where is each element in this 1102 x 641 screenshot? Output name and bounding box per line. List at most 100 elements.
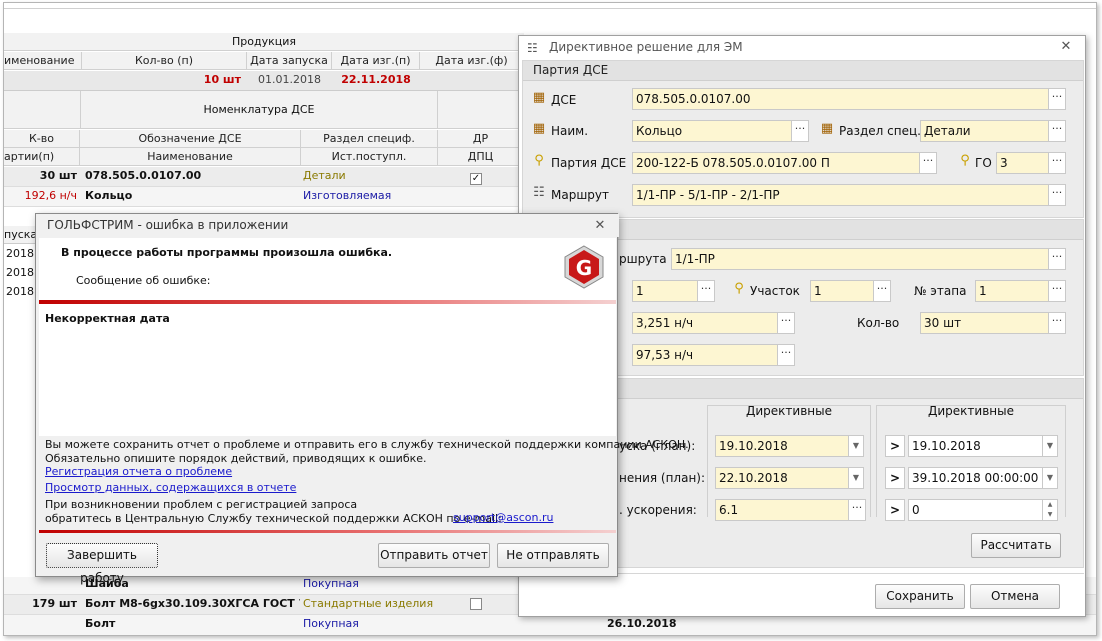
- left-col-val2: 2018: [6, 266, 34, 279]
- left-col-val1: 2018: [6, 247, 34, 260]
- col-header-qty[interactable]: Кол-во (п): [82, 52, 247, 70]
- col-header-razdel[interactable]: Раздел специф.: [301, 130, 438, 148]
- title-bar: ГОЛЬФСТРИМ - ошибка в приложении ✕: [36, 214, 619, 237]
- route-browse-button[interactable]: ···: [1048, 184, 1066, 206]
- col-header-oboz[interactable]: Обозначение ДСЕ: [80, 130, 301, 148]
- cancel-button[interactable]: Отмена: [970, 584, 1060, 609]
- route-step-browse-button[interactable]: ···: [1048, 248, 1066, 270]
- left-col-val3: 2018: [6, 285, 34, 298]
- close-icon[interactable]: ✕: [593, 219, 607, 233]
- error-message-area: Некорректная дата: [39, 304, 616, 436]
- col-header-made-p[interactable]: Дата изг.(п): [332, 52, 420, 70]
- row2-rate: 192,6 н/ч: [24, 189, 77, 202]
- dont-send-button[interactable]: Не отправлять: [497, 543, 609, 568]
- uchastok-field[interactable]: 1: [810, 280, 874, 302]
- kolvo-browse-button[interactable]: ···: [1048, 312, 1066, 334]
- grid-group-header: Продукция: [4, 33, 524, 51]
- go-field[interactable]: 3: [996, 152, 1049, 174]
- row2-ist: Изготовляемая: [303, 189, 392, 202]
- party-label: Партия ДСЕ: [551, 156, 627, 170]
- table-row[interactable]: 10 шт 01.01.2018 22.11.2018: [4, 71, 524, 91]
- col-header-kvo[interactable]: К-во: [4, 130, 80, 148]
- row-start: 01.01.2018: [258, 73, 321, 86]
- row1-code: 078.505.0.0107.00: [85, 169, 202, 182]
- col-header-dr[interactable]: ДР: [438, 130, 524, 148]
- table-row[interactable]: Болт Покупная 26.10.2018: [4, 615, 1096, 635]
- left-col-header: пуска: [4, 226, 38, 244]
- em-field-1-browse-button[interactable]: ···: [697, 280, 715, 302]
- party-field[interactable]: 200-122-Б 078.505.0.0107.00 П: [632, 152, 920, 174]
- kolvo-label: Кол-во: [857, 316, 900, 330]
- accel-browse-button[interactable]: ···: [848, 499, 866, 521]
- nh-field[interactable]: 3,251 н/ч: [632, 312, 778, 334]
- bottom2-code: Болт М8-6gх30.109.30ХГСА ГОСТ 7...: [85, 597, 300, 610]
- copy-arrow-button[interactable]: >: [885, 467, 905, 489]
- chevron-down-icon[interactable]: ▼: [1042, 467, 1058, 489]
- col-header-made-f[interactable]: Дата изг.(ф): [420, 52, 524, 70]
- close-icon[interactable]: ✕: [1059, 40, 1073, 54]
- dr-checkbox[interactable]: [470, 598, 482, 613]
- send-report-button[interactable]: Отправить отчет: [378, 543, 490, 568]
- book-icon: ▦: [820, 121, 834, 136]
- naim-browse-button[interactable]: ···: [791, 120, 809, 142]
- calculate-button[interactable]: Рассчитать: [971, 533, 1061, 558]
- col-head-directive-1: Директивные: [746, 404, 832, 418]
- total-field[interactable]: 97,53 н/ч: [632, 344, 778, 366]
- uchastok-label: Участок: [750, 284, 800, 298]
- start-date-field-2[interactable]: 19.10.2018: [908, 435, 1043, 457]
- etap-field[interactable]: 1: [975, 280, 1049, 302]
- total-browse-button[interactable]: ···: [777, 344, 795, 366]
- section-header: Партия ДСЕ: [523, 61, 1083, 81]
- dse-label: ДСЕ: [551, 93, 577, 107]
- go-browse-button[interactable]: ···: [1048, 152, 1066, 174]
- view-report-link[interactable]: Просмотр данных, содержащихся в отчете: [45, 480, 296, 496]
- razdel-browse-button[interactable]: ···: [1048, 120, 1066, 142]
- naim-field[interactable]: Кольцо: [632, 120, 792, 142]
- register-report-link[interactable]: Регистрация отчета о проблеме: [45, 464, 232, 480]
- etap-browse-button[interactable]: ···: [1048, 280, 1066, 302]
- chevron-down-icon[interactable]: ▼: [848, 435, 864, 457]
- kolvo-field[interactable]: 30 шт: [920, 312, 1049, 334]
- copy-arrow-button[interactable]: >: [885, 499, 905, 521]
- col-header-name[interactable]: именование: [4, 52, 82, 70]
- finish-work-button[interactable]: Завершить работу: [46, 543, 158, 585]
- col-header-dpc[interactable]: ДПЦ: [438, 148, 524, 166]
- copy-arrow-button[interactable]: >: [885, 435, 905, 457]
- support-email-link[interactable]: support@ascon.ru: [453, 510, 553, 526]
- bottom3-ist: Покупная: [303, 617, 359, 630]
- route-field[interactable]: 1/1-ПР - 5/1-ПР - 2/1-ПР: [632, 184, 1049, 206]
- accel-field-2[interactable]: 0: [908, 499, 1043, 521]
- table-row[interactable]: 192,6 н/ч Кольцо Изготовляемая: [4, 187, 524, 207]
- row-qty: 10 шт: [203, 73, 241, 86]
- end-date-field[interactable]: 22.10.2018: [715, 467, 849, 489]
- uchastok-browse-button[interactable]: ···: [873, 280, 891, 302]
- error-heading: В процессе работы программы произошла ош…: [61, 246, 393, 259]
- col-header-name2[interactable]: Наименование: [80, 148, 301, 166]
- end-date-field-2[interactable]: 39.10.2018 00:00:00: [908, 467, 1043, 489]
- party-browse-button[interactable]: ···: [919, 152, 937, 174]
- nh-browse-button[interactable]: ···: [777, 312, 795, 334]
- spinner-icon[interactable]: ▲ ▼: [1042, 499, 1058, 521]
- info-text-4: обратитесь в Центральную Службу техничес…: [45, 512, 502, 525]
- chevron-down-icon[interactable]: ▼: [848, 467, 864, 489]
- accel-field[interactable]: 6.1: [715, 499, 849, 521]
- dr-checkbox[interactable]: ✓: [470, 170, 482, 185]
- info-text-1: Вы можете сохранить отчет о проблеме и о…: [45, 438, 689, 451]
- app-logo-icon: G: [564, 245, 604, 289]
- go-label: ГО: [975, 156, 992, 170]
- start-date-field[interactable]: 19.10.2018: [715, 435, 849, 457]
- sub-grid-header: Номенклатура ДСЕ: [4, 91, 524, 129]
- col-header-partii[interactable]: артии(п): [4, 148, 80, 166]
- col-head-directive-2: Директивные: [928, 404, 1014, 418]
- razdel-field[interactable]: Детали: [920, 120, 1049, 142]
- dse-browse-button[interactable]: ···: [1048, 88, 1066, 110]
- dse-field[interactable]: 078.505.0.0107.00: [632, 88, 1049, 110]
- save-button[interactable]: Сохранить: [875, 584, 965, 609]
- info-text-3: При возникновении проблем с регистрацией…: [45, 498, 358, 511]
- table-row[interactable]: 30 шт 078.505.0.0107.00 Детали ✓: [4, 167, 524, 187]
- route-step-field[interactable]: 1/1-ПР: [671, 248, 1049, 270]
- chevron-down-icon[interactable]: ▼: [1042, 435, 1058, 457]
- col-header-ist[interactable]: Ист.поступл.: [301, 148, 438, 166]
- em-field-1[interactable]: 1: [632, 280, 698, 302]
- col-header-start[interactable]: Дата запуска: [247, 52, 332, 70]
